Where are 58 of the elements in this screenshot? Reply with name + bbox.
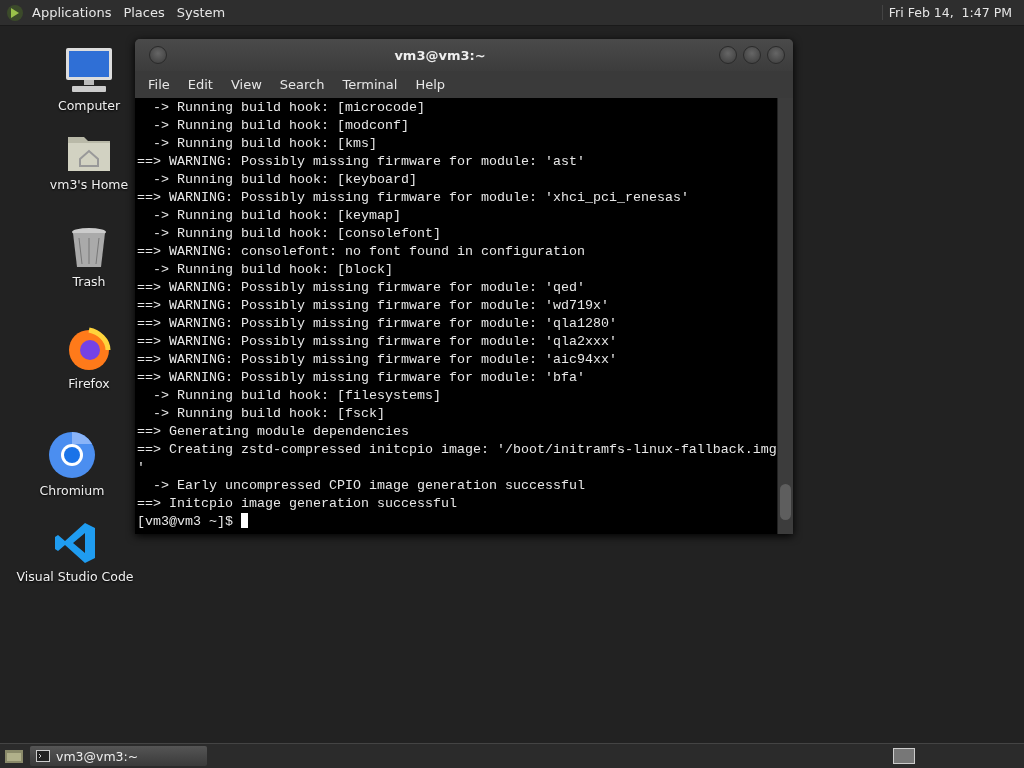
taskbar-task[interactable]: vm3@vm3:~ [30,746,207,766]
workspace-icon[interactable] [893,748,915,764]
terminal-line: -> Running build hook: [filesystems] [152,387,442,405]
terminal-line: ==> Initcpio image generation successful [137,495,458,513]
close-button[interactable] [767,46,785,64]
menu-item[interactable]: Terminal [333,77,407,92]
terminal-line: ==> Creating zstd-compressed initcpio image: '/boot/initramfs-linux-fallback.img [137,441,775,459]
terminal-line: ==> WARNING: Possibly missing firmware for module: 'qed' [137,279,586,297]
terminal-line: -> Early uncompressed CPIO image generation successful [152,477,586,495]
maximize-button[interactable] [743,46,761,64]
menu-item[interactable]: Help [406,77,455,92]
terminal-line: ==> WARNING: consolefont: no font found in configuration [137,243,586,261]
minimize-button[interactable] [719,46,737,64]
code-editor-icon [53,521,97,565]
desktop-icon-label[interactable]: Computer [57,98,121,113]
desktop-icon-label[interactable]: Visual Studio Code [16,569,134,584]
terminal-line: ==> WARNING: Possibly missing firmware for module: 'aic94xx' [137,351,618,369]
terminal-line: -> Running build hook: [keyboard] [152,171,418,189]
terminal-line: ==> WARNING: Possibly missing firmware for module: 'bfa' [137,369,586,387]
menu-item[interactable]: View [221,77,271,92]
terminal-line: -> Running build hook: [modconf] [152,117,410,135]
desktop-icon-label[interactable]: Trash [72,274,106,289]
desktop-icon-label[interactable]: vm3's Home [49,177,129,192]
terminal-line: -> Running build hook: [microcode] [152,99,426,117]
menu-item[interactable]: Search [270,77,334,92]
text-cursor [241,513,248,528]
terminal-icon [36,750,50,762]
terminal-line: ==> WARNING: Possibly missing firmware for module: 'xhci_pci_renesas' [137,189,690,207]
window-menu-button[interactable] [149,46,167,64]
terminal-line: ==> WARNING: Possibly missing firmware for module: 'wd719x' [137,297,610,315]
desktop-icon-label[interactable]: Firefox [68,376,110,391]
trash-icon [69,226,109,270]
shell-prompt: [vm3@vm3 ~]$ [137,514,234,529]
firefox-icon [66,326,112,372]
computer-icon [64,46,114,94]
terminal-line: ==> WARNING: Possibly missing firmware for module: 'ast' [137,153,586,171]
window-title: vm3@vm3:~ [393,47,487,63]
scrollbar-thumb[interactable] [780,484,791,520]
desktop-icon-label[interactable]: Chromium [39,483,105,498]
panel-menu[interactable]: Places [119,5,169,20]
chromium-icon [48,431,96,479]
terminal-line: ==> WARNING: Possibly missing firmware for module: 'qla2xxx' [137,333,618,351]
terminal-line: -> Running build hook: [kms] [152,135,378,153]
terminal-line: ==> WARNING: Possibly missing firmware for module: 'qla1280' [137,315,618,333]
menu-item[interactable]: Edit [178,77,222,92]
show-desktop-icon[interactable] [4,747,24,765]
menu-item[interactable]: File [139,77,179,92]
scrollbar[interactable] [777,98,793,534]
panel-menu[interactable]: Applications [28,5,116,20]
terminal-line: -> Running build hook: [keymap] [152,207,402,225]
terminal-line: -> Running build hook: [fsck] [152,405,386,423]
terminal-line: ' [137,459,146,477]
terminal-line: -> Running build hook: [block] [152,261,394,279]
app-menu-icon[interactable] [6,3,24,22]
clock[interactable]: Fri Feb 14, 1:47 PM [881,5,1018,20]
terminal-line: -> Running build hook: [consolefont] [152,225,442,243]
panel-menu[interactable]: System [172,5,230,20]
terminal-line: ==> Generating module dependencies [137,423,410,441]
